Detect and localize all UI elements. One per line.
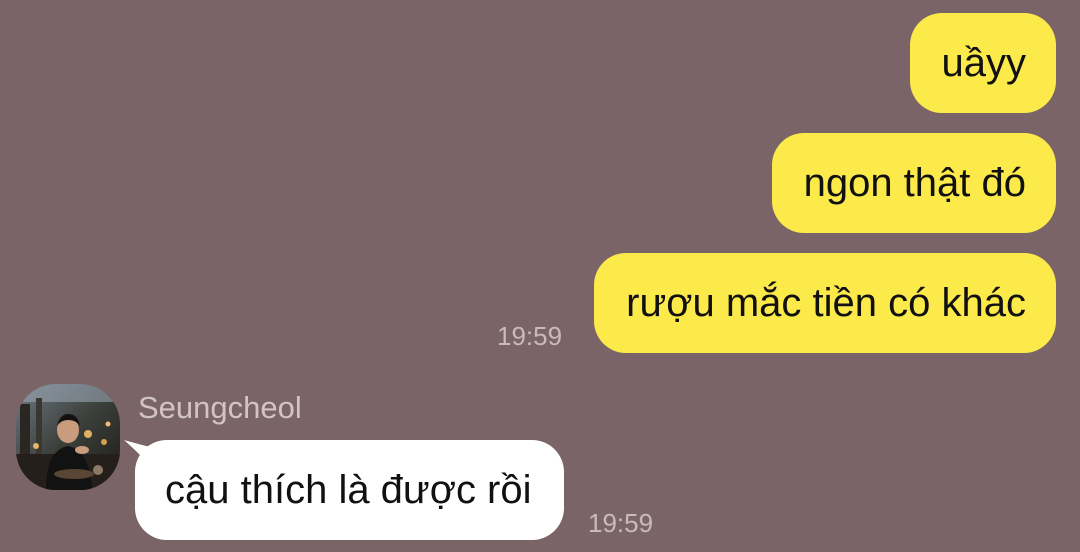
message-text: ngon thật đó — [803, 161, 1026, 205]
message-text: rượu mắc tiền có khác — [626, 281, 1026, 325]
sent-message-bubble[interactable]: rượu mắc tiền có khác — [594, 253, 1056, 353]
profile-photo-icon — [16, 384, 120, 490]
message-text: cậu thích là được rồi — [165, 468, 532, 512]
received-message-bubble[interactable]: cậu thích là được rồi — [135, 440, 564, 540]
sent-message-bubble[interactable]: ngon thật đó — [771, 133, 1056, 233]
sender-name: Seungcheol — [138, 390, 302, 425]
message-text: uầyy — [941, 41, 1027, 85]
sent-timestamp: 19:59 — [497, 321, 563, 351]
received-timestamp: 19:59 — [588, 508, 654, 538]
chat-thread[interactable]: uầyy ngon thật đó rượu mắc tiền có khác … — [0, 0, 1080, 552]
sent-message-bubble[interactable]: uầyy — [909, 13, 1056, 113]
sender-avatar[interactable] — [16, 384, 120, 490]
